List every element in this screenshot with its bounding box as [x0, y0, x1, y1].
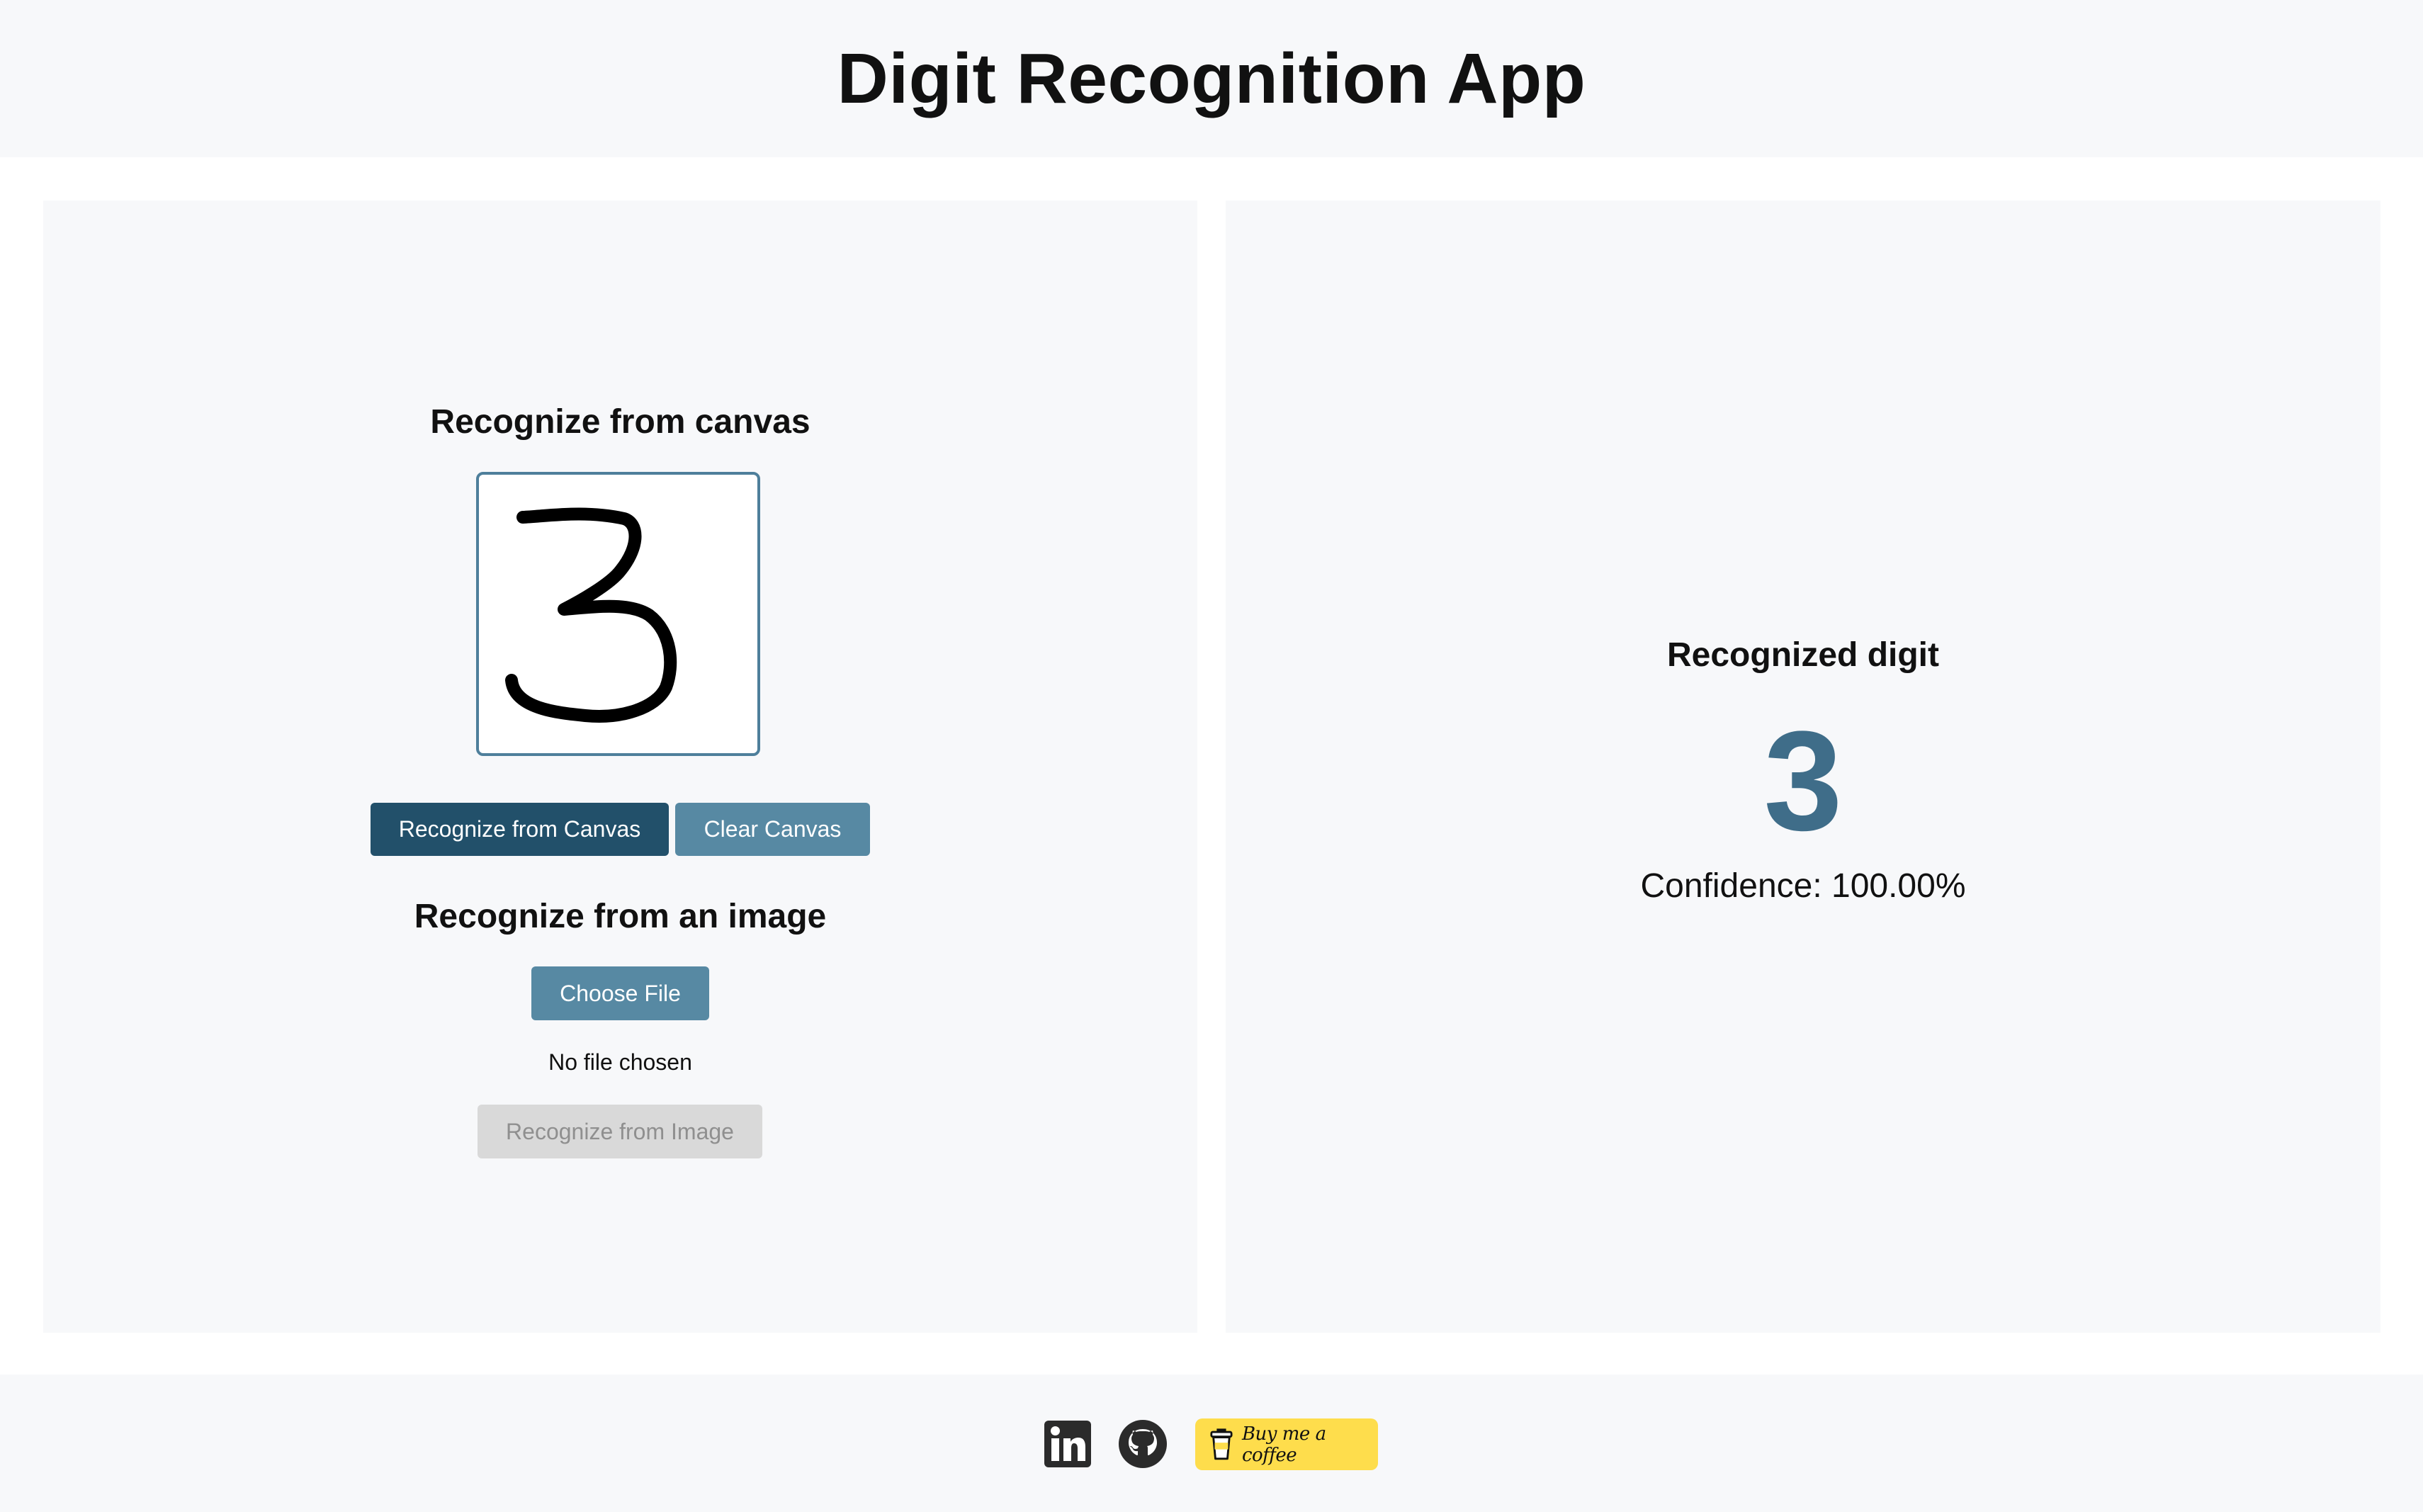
buy-me-a-coffee-button[interactable]: Buy me a coffee [1195, 1418, 1378, 1470]
clear-canvas-button[interactable]: Clear Canvas [675, 803, 870, 856]
file-status-text: No file chosen [548, 1049, 692, 1075]
result-panel: Recognized digit 3 Confidence: 100.00% [1226, 201, 2380, 1333]
coffee-button-label: Buy me a coffee [1241, 1423, 1326, 1466]
result-title: Recognized digit [1667, 636, 1939, 674]
recognized-digit: 3 [1763, 702, 1843, 860]
app-header: Digit Recognition App [0, 0, 2423, 157]
handwritten-digit-stroke [505, 507, 677, 723]
linkedin-icon[interactable] [1043, 1419, 1092, 1469]
image-section-title: Recognize from an image [414, 898, 827, 935]
choose-file-button[interactable]: Choose File [531, 966, 709, 1020]
drawing-canvas[interactable] [476, 472, 760, 756]
confidence-text: Confidence: 100.00% [1640, 867, 1966, 905]
github-icon[interactable] [1118, 1419, 1168, 1469]
app-footer: Buy me a coffee [0, 1375, 2423, 1512]
recognize-from-image-button[interactable]: Recognize from Image [478, 1105, 762, 1158]
canvas-section-title: Recognize from canvas [430, 403, 811, 441]
input-panel: Recognize from canvas Recognize from Can… [43, 201, 1197, 1333]
recognize-from-canvas-button[interactable]: Recognize from Canvas [371, 803, 669, 856]
app-title: Digit Recognition App [837, 38, 1586, 118]
coffee-cup-icon [1210, 1428, 1233, 1460]
